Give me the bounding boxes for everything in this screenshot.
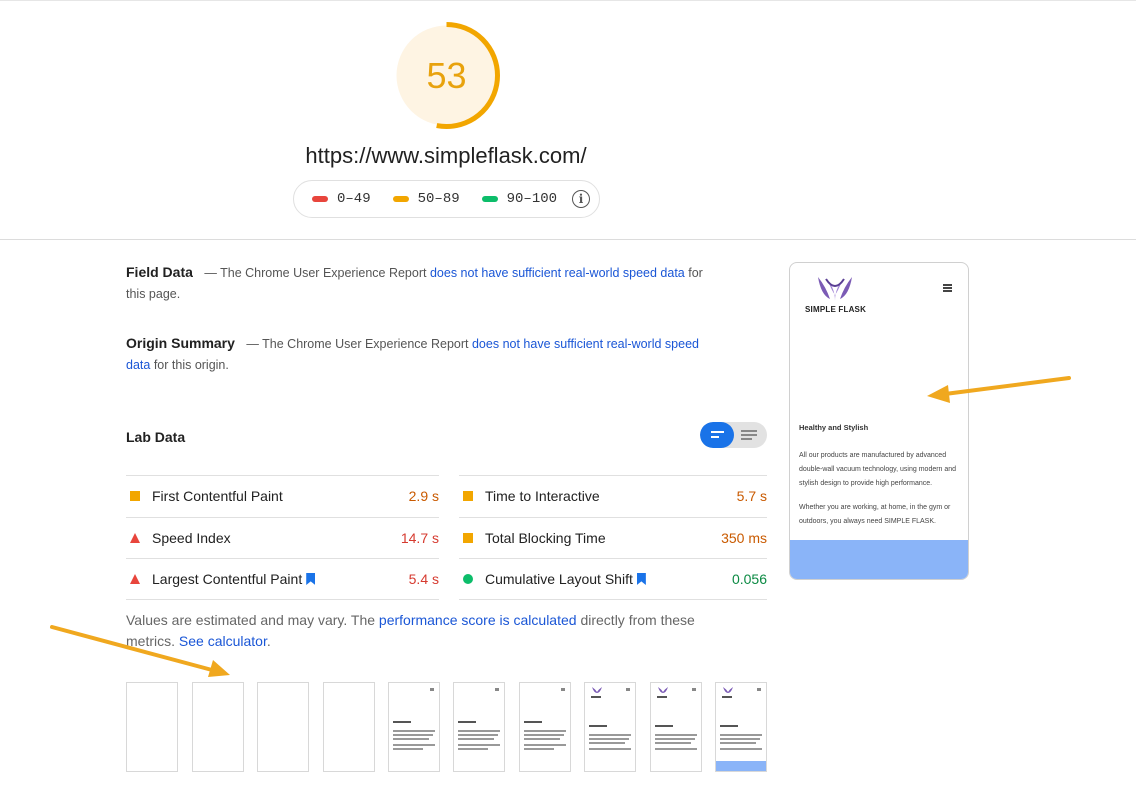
score-legend: 0–49 50–89 90–100 i xyxy=(293,180,600,218)
info-icon[interactable]: i xyxy=(572,190,590,208)
filmstrip-frame xyxy=(453,682,505,772)
filmstrip-frame xyxy=(126,682,178,772)
filmstrip-frame xyxy=(715,682,767,772)
menu-icon xyxy=(495,688,499,691)
compact-view-button[interactable] xyxy=(700,422,734,448)
logo-icon xyxy=(723,687,733,693)
metric-value: 0.056 xyxy=(731,571,767,587)
note-text: Values are estimated and may vary. The xyxy=(126,612,376,628)
hero-paragraph: All our products are manufactured by adv… xyxy=(799,452,957,487)
origin-summary-section: Origin Summary — The Chrome User Experie… xyxy=(126,333,716,376)
metric-name: Largest Contentful Paint xyxy=(152,571,303,587)
metric-speed-index: Speed Index 14.7 s xyxy=(126,517,439,558)
average-square-icon xyxy=(130,491,140,501)
logo-icon xyxy=(592,687,602,693)
origin-summary-suffix: for this origin. xyxy=(153,358,229,372)
performance-score-link[interactable]: performance score is calculated xyxy=(379,612,577,628)
filmstrip-frame xyxy=(584,682,636,772)
hero-paragraph: Whether you are working, at home, in the… xyxy=(799,504,951,525)
brand-name: SIMPLE FLASK xyxy=(805,305,867,314)
origin-summary-prefix: — The Chrome User Experience Report xyxy=(246,337,469,351)
metric-value: 14.7 s xyxy=(400,530,439,546)
performance-score: 53 xyxy=(426,54,467,96)
metric-first-contentful-paint: First Contentful Paint 2.9 s xyxy=(126,475,439,516)
blue-banner xyxy=(790,540,968,579)
metric-largest-contentful-paint: Largest Contentful Paint 5.4 s xyxy=(126,558,439,599)
filmstrip-frame xyxy=(650,682,702,772)
bookmark-icon xyxy=(636,573,646,585)
section-divider xyxy=(0,239,1136,240)
average-dash-icon xyxy=(392,196,409,202)
menu-icon xyxy=(692,688,696,691)
legend-item-pass: 90–100 xyxy=(481,191,558,207)
metric-time-to-interactive: Time to Interactive 5.7 s xyxy=(459,475,767,516)
menu-icon xyxy=(561,688,565,691)
average-square-icon xyxy=(463,491,473,501)
metric-name: Speed Index xyxy=(152,530,231,546)
filmstrip-frame xyxy=(192,682,244,772)
legend-item-average: 50–89 xyxy=(392,191,460,207)
metric-name: Cumulative Layout Shift xyxy=(485,571,633,587)
field-data-link[interactable]: does not have sufficient real-world spee… xyxy=(430,266,685,280)
legend-label: 50–89 xyxy=(417,191,460,207)
legend-item-fail: 0–49 xyxy=(312,191,371,207)
see-calculator-link[interactable]: See calculator xyxy=(179,633,267,649)
logo-icon xyxy=(658,687,668,693)
expanded-view-icon-line xyxy=(741,438,752,440)
metric-value: 5.7 s xyxy=(736,488,767,504)
compact-view-icon-line xyxy=(711,436,719,438)
legend-label: 90–100 xyxy=(506,191,558,207)
metrics-divider xyxy=(459,599,767,600)
average-square-icon xyxy=(463,533,473,543)
fail-triangle-icon xyxy=(130,574,140,584)
metric-name: Time to Interactive xyxy=(485,488,600,504)
note-text: . xyxy=(266,633,271,649)
menu-icon xyxy=(430,688,434,691)
metric-cumulative-layout-shift: Cumulative Layout Shift 0.056 xyxy=(459,558,767,599)
filmstrip-frame xyxy=(519,682,571,772)
pass-circle-icon xyxy=(463,574,473,584)
fail-triangle-icon xyxy=(130,533,140,543)
filmstrip-frame xyxy=(257,682,309,772)
field-data-prefix: — The Chrome User Experience Report xyxy=(204,266,427,280)
metric-total-blocking-time: Total Blocking Time 350 ms xyxy=(459,517,767,558)
hero-heading: Healthy and Stylish xyxy=(799,423,869,432)
hamburger-menu-icon xyxy=(943,284,952,293)
metric-value: 350 ms xyxy=(721,530,767,546)
simple-flask-logo-icon xyxy=(818,277,852,301)
metric-name: Total Blocking Time xyxy=(485,530,606,546)
metrics-divider xyxy=(126,599,439,600)
filmstrip-frame xyxy=(323,682,375,772)
legend-label: 0–49 xyxy=(337,191,371,207)
field-data-title: Field Data xyxy=(126,264,193,280)
metric-name: First Contentful Paint xyxy=(152,488,283,504)
menu-icon xyxy=(757,688,761,691)
filmstrip-frame xyxy=(388,682,440,772)
estimate-note: Values are estimated and may vary. The p… xyxy=(126,610,726,652)
page-url: https://www.simpleflask.com/ xyxy=(305,143,587,168)
metric-value: 5.4 s xyxy=(408,571,439,587)
expanded-view-icon-line xyxy=(741,434,757,436)
compact-view-icon xyxy=(711,431,724,433)
menu-icon xyxy=(626,688,630,691)
field-data-section: Field Data — The Chrome User Experience … xyxy=(126,262,716,305)
expanded-view-icon[interactable] xyxy=(741,430,757,432)
final-screenshot[interactable]: SIMPLE FLASK Healthy and Stylish All our… xyxy=(789,262,969,580)
bookmark-icon xyxy=(306,573,316,585)
origin-summary-title: Origin Summary xyxy=(126,335,235,351)
fail-dash-icon xyxy=(312,196,328,202)
lab-data-title: Lab Data xyxy=(126,429,186,445)
pass-dash-icon xyxy=(481,196,498,202)
metric-value: 2.9 s xyxy=(408,488,439,504)
view-toggle[interactable] xyxy=(700,422,767,448)
top-divider xyxy=(0,0,1136,1)
